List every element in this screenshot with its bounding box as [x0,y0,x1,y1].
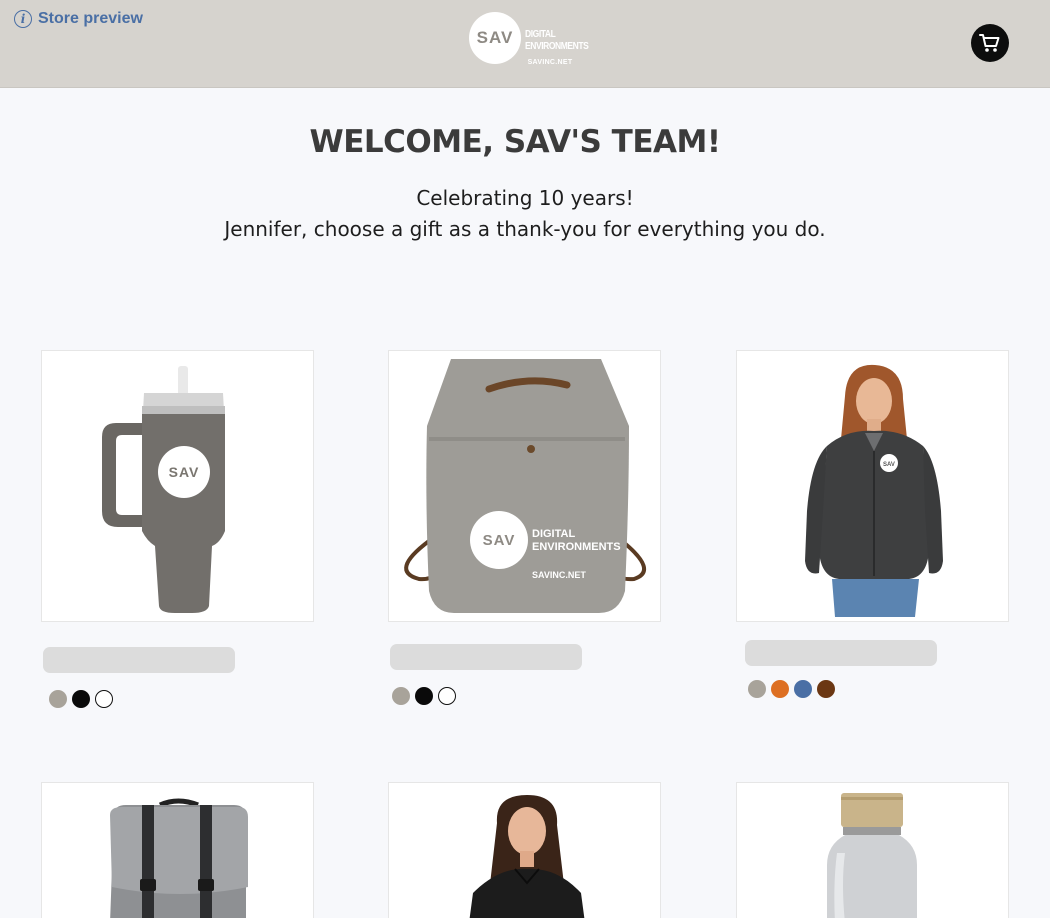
button-up-shirt-image [469,795,585,918]
color-swatches [748,680,835,698]
welcome-title: WELCOME, SAV'S TEAM! [309,124,721,160]
info-icon: i [14,10,32,28]
flap-backpack-image [110,798,248,918]
logo-line1: DIGITAL [525,29,556,40]
store-preview-label: Store preview [38,10,143,27]
swatch-0[interactable] [49,690,67,708]
product-card-button-up-shirt[interactable] [388,782,661,918]
welcome-subtitle-1: Celebrating 10 years! [416,186,634,210]
logo-mark: SAV [469,12,521,64]
product-name-placeholder [390,644,582,670]
color-swatches [392,687,456,705]
product-card-tumbler[interactable]: SAV [41,350,314,622]
product-card-flap-backpack[interactable] [41,782,314,918]
swatch-3[interactable] [817,680,835,698]
svg-text:DIGITAL: DIGITAL [532,528,575,540]
swatch-2[interactable] [438,687,456,705]
swatch-1[interactable] [415,687,433,705]
tumbler-image: SAV [102,366,225,613]
logo-wordmark: DIGITAL ENVIRONMENTS SAVINC.NET [525,29,595,66]
svg-text:SAV: SAV [483,532,516,549]
svg-text:SAV: SAV [883,462,895,468]
brand-logo: SAV DIGITAL ENVIRONMENTS SAVINC.NET [469,12,595,66]
svg-text:ENVIRONMENTS: ENVIRONMENTS [532,541,621,553]
product-card-bucket-bag[interactable]: SAV DIGITAL ENVIRONMENTS SAVINC.NET [388,350,661,622]
product-card-glass-bottle[interactable] [736,782,1009,918]
swatch-0[interactable] [748,680,766,698]
cart-button[interactable] [971,24,1009,62]
product-card-fleece-jacket[interactable]: SAV [736,350,1009,622]
product-name-placeholder [745,640,937,666]
swatch-1[interactable] [72,690,90,708]
swatch-1[interactable] [771,680,789,698]
svg-text:SAVINC.NET: SAVINC.NET [532,570,586,580]
store-header: i Store preview SAV DIGITAL ENVIRONMENTS… [0,0,1050,88]
logo-url: SAVINC.NET [527,59,573,66]
swatch-2[interactable] [95,690,113,708]
bucket-bag-image: SAV DIGITAL ENVIRONMENTS SAVINC.NET [404,359,647,613]
swatch-2[interactable] [794,680,812,698]
svg-text:SAV: SAV [169,464,200,480]
cart-icon [979,34,1000,52]
welcome-subtitle-2: Jennifer, choose a gift as a thank-you f… [224,217,826,241]
color-swatches [49,690,113,708]
product-name-placeholder [43,647,235,673]
glass-bottle-image [827,793,917,918]
logo-line2: ENVIRONMENTS [525,41,589,52]
store-preview-link[interactable]: i Store preview [14,10,143,28]
fleece-jacket-image: SAV [805,364,943,617]
swatch-0[interactable] [392,687,410,705]
